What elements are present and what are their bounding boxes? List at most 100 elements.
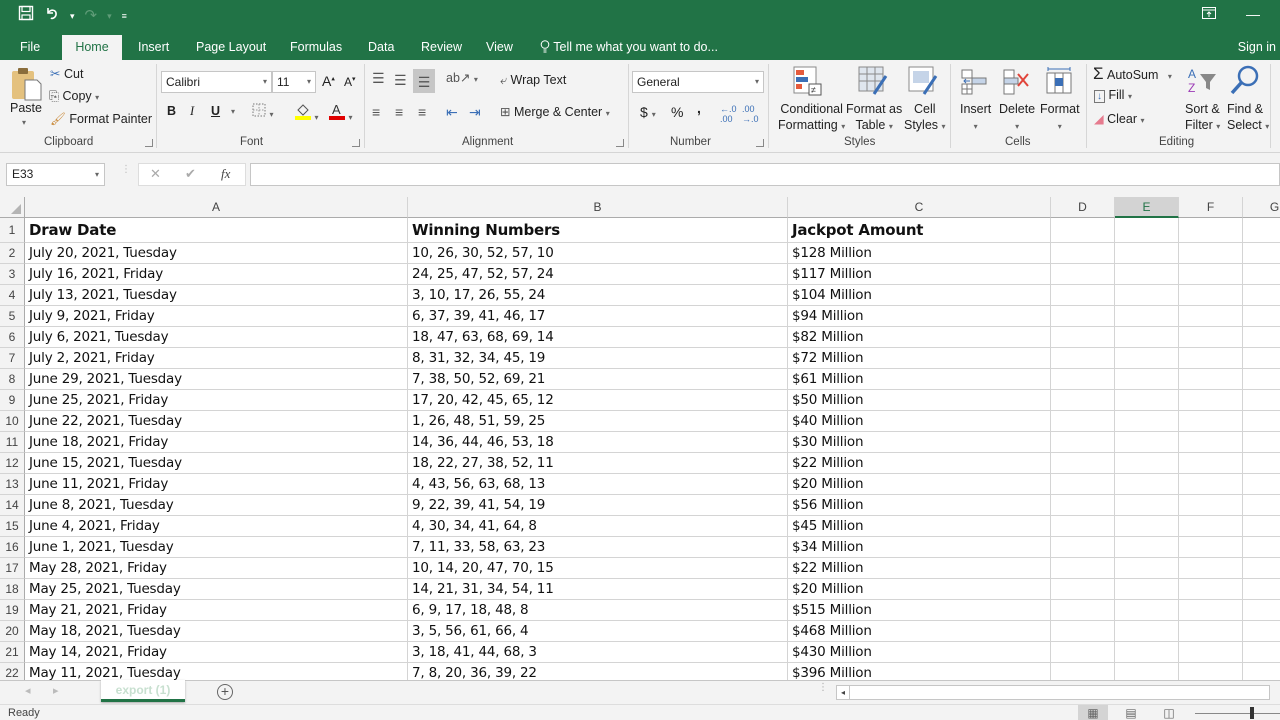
underline-dropdown-icon[interactable]: ▾: [231, 107, 235, 116]
cell-e[interactable]: [1115, 369, 1179, 390]
insert-button[interactable]: Insert ▾: [960, 101, 991, 135]
cell-f[interactable]: [1179, 642, 1243, 663]
cell-f[interactable]: [1179, 285, 1243, 306]
cell-g[interactable]: [1243, 600, 1280, 621]
ribbon-display-options-icon[interactable]: [1202, 6, 1216, 22]
minimize-icon[interactable]: —: [1246, 6, 1260, 22]
cell-c[interactable]: $72 Million: [788, 348, 1051, 369]
cell-d[interactable]: [1051, 264, 1115, 285]
cell-d[interactable]: [1051, 474, 1115, 495]
new-sheet-icon[interactable]: +: [217, 684, 233, 700]
cell-g[interactable]: [1243, 579, 1280, 600]
column-header-e[interactable]: E: [1115, 197, 1179, 218]
cell-c[interactable]: Jackpot Amount: [788, 218, 1051, 243]
autosum-dropdown-icon[interactable]: ▾: [1168, 72, 1172, 81]
cell-a[interactable]: May 14, 2021, Friday: [25, 642, 408, 663]
cell-a[interactable]: May 25, 2021, Tuesday: [25, 579, 408, 600]
tab-review[interactable]: Review: [413, 35, 470, 60]
row-header[interactable]: 10: [0, 411, 25, 432]
align-right-icon[interactable]: ≡: [418, 104, 426, 120]
cell-b[interactable]: 1, 26, 48, 51, 59, 25: [408, 411, 788, 432]
cell-e[interactable]: [1115, 621, 1179, 642]
sort-filter-button[interactable]: Sort & Filter ▾: [1185, 101, 1220, 135]
row-header[interactable]: 15: [0, 516, 25, 537]
font-name-dropdown[interactable]: Calibri ▾: [161, 71, 272, 93]
cell-f[interactable]: [1179, 516, 1243, 537]
row-header[interactable]: 19: [0, 600, 25, 621]
cell-b[interactable]: 8, 31, 32, 34, 45, 19: [408, 348, 788, 369]
cell-c[interactable]: $61 Million: [788, 369, 1051, 390]
fill-color-dropdown-icon[interactable]: ▾: [314, 113, 318, 122]
cell-e[interactable]: [1115, 558, 1179, 579]
number-dialog-launcher-icon[interactable]: [756, 139, 764, 147]
cell-g[interactable]: [1243, 306, 1280, 327]
tab-insert[interactable]: Insert: [130, 35, 177, 60]
font-dialog-launcher-icon[interactable]: [352, 139, 360, 147]
tab-file[interactable]: File: [12, 35, 48, 60]
cell-b[interactable]: 3, 18, 41, 44, 68, 3: [408, 642, 788, 663]
tell-me-box[interactable]: Tell me what you want to do...: [540, 35, 718, 59]
cell-f[interactable]: [1179, 663, 1243, 680]
sign-in-link[interactable]: Sign in: [1238, 35, 1276, 59]
cell-g[interactable]: [1243, 663, 1280, 680]
cell-b[interactable]: 18, 22, 27, 38, 52, 11: [408, 453, 788, 474]
cell-c[interactable]: $128 Million: [788, 243, 1051, 264]
cell-f[interactable]: [1179, 411, 1243, 432]
cell-g[interactable]: [1243, 411, 1280, 432]
cell-a[interactable]: June 25, 2021, Friday: [25, 390, 408, 411]
row-header[interactable]: 4: [0, 285, 25, 306]
row-header[interactable]: 6: [0, 327, 25, 348]
copy-dropdown-icon[interactable]: ▾: [95, 93, 99, 102]
cell-c[interactable]: $34 Million: [788, 537, 1051, 558]
row-header[interactable]: 11: [0, 432, 25, 453]
cell-b[interactable]: 18, 47, 63, 68, 69, 14: [408, 327, 788, 348]
paste-button[interactable]: [11, 66, 43, 105]
formula-input[interactable]: [250, 163, 1280, 186]
row-header[interactable]: 5: [0, 306, 25, 327]
currency-dropdown-icon[interactable]: ▾: [652, 110, 656, 119]
cell-c[interactable]: $40 Million: [788, 411, 1051, 432]
cell-b[interactable]: 4, 30, 34, 41, 64, 8: [408, 516, 788, 537]
row-header[interactable]: 21: [0, 642, 25, 663]
cell-e[interactable]: [1115, 663, 1179, 680]
scroll-sheets-left-icon[interactable]: ◂: [25, 684, 31, 697]
cell-e[interactable]: [1115, 327, 1179, 348]
cell-c[interactable]: $515 Million: [788, 600, 1051, 621]
cell-b[interactable]: 14, 21, 31, 34, 54, 11: [408, 579, 788, 600]
row-header[interactable]: 18: [0, 579, 25, 600]
cell-g[interactable]: [1243, 264, 1280, 285]
cell-a[interactable]: May 21, 2021, Friday: [25, 600, 408, 621]
cell-e[interactable]: [1115, 453, 1179, 474]
format-as-table-button[interactable]: Format as Table ▾: [846, 101, 902, 135]
row-header[interactable]: 1: [0, 218, 25, 243]
borders-dropdown-icon[interactable]: ▾: [269, 110, 273, 119]
alignment-dialog-launcher-icon[interactable]: [616, 139, 624, 147]
clear-dropdown-icon[interactable]: ▾: [1140, 116, 1144, 125]
cell-a[interactable]: June 29, 2021, Tuesday: [25, 369, 408, 390]
cell-b[interactable]: 7, 8, 20, 36, 39, 22: [408, 663, 788, 680]
cell-e[interactable]: [1115, 264, 1179, 285]
cell-d[interactable]: [1051, 218, 1115, 243]
cell-b[interactable]: 6, 9, 17, 18, 48, 8: [408, 600, 788, 621]
cell-f[interactable]: [1179, 369, 1243, 390]
cell-d[interactable]: [1051, 432, 1115, 453]
delete-button[interactable]: Delete ▾: [999, 101, 1035, 135]
find-select-button[interactable]: Find & Select ▾: [1227, 101, 1269, 135]
bottom-align-icon[interactable]: ☰: [413, 69, 435, 93]
cell-a[interactable]: June 4, 2021, Friday: [25, 516, 408, 537]
cell-e[interactable]: [1115, 600, 1179, 621]
increase-font-size-icon[interactable]: A▴: [322, 73, 335, 89]
font-color-dropdown-icon[interactable]: ▾: [348, 113, 352, 122]
cell-g[interactable]: [1243, 218, 1280, 243]
cell-g[interactable]: [1243, 516, 1280, 537]
cell-d[interactable]: [1051, 495, 1115, 516]
cell-a[interactable]: July 2, 2021, Friday: [25, 348, 408, 369]
decrease-indent-icon[interactable]: ⇤: [446, 104, 458, 121]
cell-a[interactable]: May 18, 2021, Tuesday: [25, 621, 408, 642]
scroll-left-icon[interactable]: ◂: [837, 686, 850, 699]
row-header[interactable]: 22: [0, 663, 25, 680]
cell-c[interactable]: $20 Million: [788, 474, 1051, 495]
cell-f[interactable]: [1179, 495, 1243, 516]
cell-e[interactable]: [1115, 474, 1179, 495]
cell-a[interactable]: May 28, 2021, Friday: [25, 558, 408, 579]
